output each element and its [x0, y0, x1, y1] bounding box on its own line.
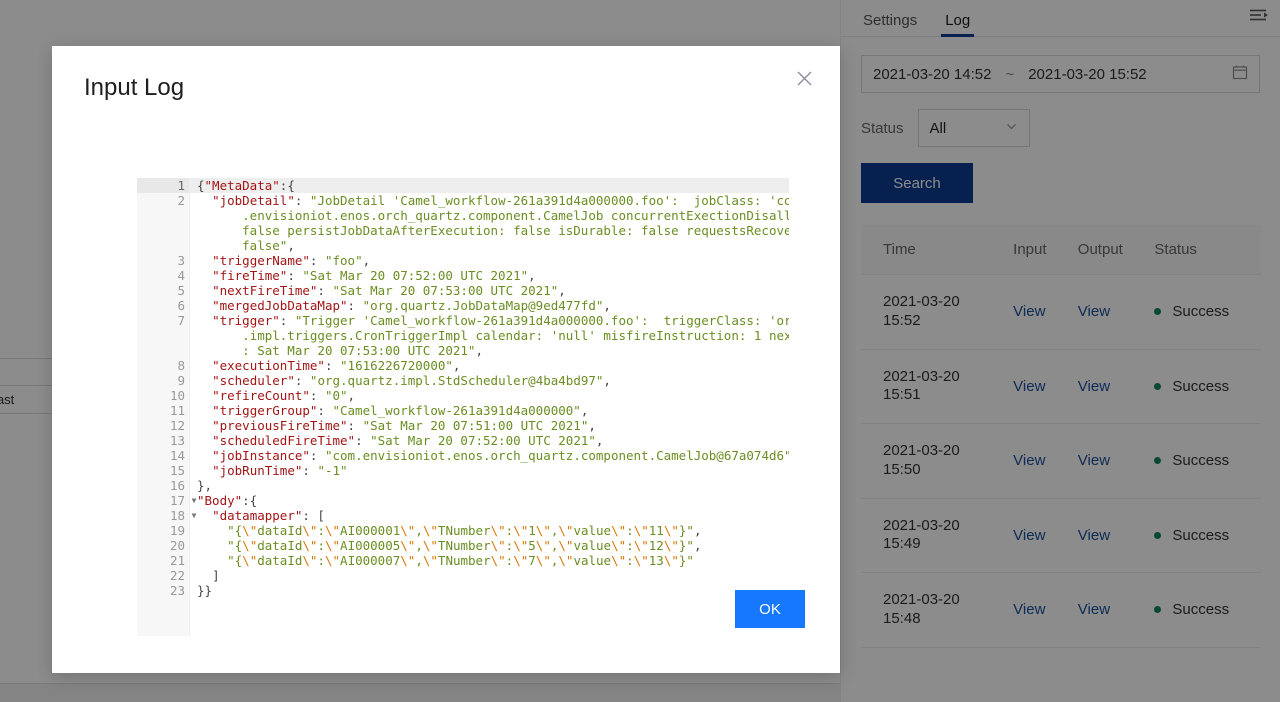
gutter-line: 12 — [169, 418, 185, 433]
code-content[interactable]: {"MetaData":{ "jobDetail": "JobDetail 'C… — [189, 178, 789, 636]
code-gutter: 1▼234567891011121314151617▼18▼1920212223 — [137, 178, 196, 636]
code-line: .impl.triggers.CronTriggerImpl calendar:… — [242, 328, 789, 343]
code-line: }, — [197, 478, 213, 493]
gutter-line: 5 — [177, 283, 185, 298]
gutter-line: 8 — [177, 358, 185, 373]
code-line: "scheduler": "org.quartz.impl.StdSchedul… — [212, 373, 611, 388]
gutter-line: 3 — [177, 253, 185, 268]
code-line: "jobDetail": "JobDetail 'Camel_workflow-… — [212, 193, 789, 208]
gutter-line: 1▼ — [137, 178, 196, 193]
gutter-line: 4 — [177, 268, 185, 283]
code-line: "jobInstance": "com.envisioniot.enos.orc… — [212, 448, 789, 463]
code-line: "refireCount": "0", — [212, 388, 356, 403]
dialog-title: Input Log — [84, 74, 185, 101]
gutter-line: 6 — [177, 298, 185, 313]
gutter-line: 18 ▼ — [137, 508, 196, 523]
gutter-line: 17 ▼ — [137, 493, 196, 508]
gutter-line: 22 — [169, 568, 185, 583]
code-line: "triggerName": "foo", — [212, 253, 371, 268]
gutter-line — [137, 208, 189, 223]
gutter-line — [137, 343, 189, 358]
gutter-line: 7 — [177, 313, 185, 328]
code-line: "mergedJobDataMap": "org.quartz.JobDataM… — [212, 298, 611, 313]
code-line: false", — [242, 238, 295, 253]
ok-button[interactable]: OK — [735, 590, 805, 628]
input-log-dialog: Input Log 1▼234567891011121314151617▼18▼… — [52, 46, 840, 673]
gutter-line: 2 — [177, 193, 185, 208]
code-line: {"MetaData":{ — [189, 178, 789, 193]
code-line: "Body":{ — [197, 493, 258, 508]
gutter-line: 19 — [169, 523, 185, 538]
gutter-line: 23 — [169, 583, 185, 598]
code-line: "jobRunTime": "-1" — [212, 463, 348, 478]
gutter-line: 20 — [169, 538, 185, 553]
gutter-line: 21 — [169, 553, 185, 568]
code-line: "{\"dataId\":\"AI000005\",\"TNumber\":\"… — [227, 538, 702, 553]
gutter-line — [137, 238, 189, 253]
code-line: "executionTime": "1616226720000", — [212, 358, 461, 373]
gutter-line: 13 — [169, 433, 185, 448]
code-line: "{\"dataId\":\"AI000007\",\"TNumber\":\"… — [227, 553, 694, 568]
json-code-viewer[interactable]: 1▼234567891011121314151617▼18▼1920212223… — [136, 178, 789, 636]
close-icon[interactable] — [786, 60, 822, 96]
gutter-line: 16 — [169, 478, 185, 493]
gutter-line: 10 — [169, 388, 185, 403]
code-line: : Sat Mar 20 07:53:00 UTC 2021", — [242, 343, 483, 358]
code-line: "nextFireTime": "Sat Mar 20 07:53:00 UTC… — [212, 283, 566, 298]
code-line: "datamapper": [ — [212, 508, 325, 523]
code-line: "trigger": "Trigger 'Camel_workflow-261a… — [212, 313, 789, 328]
gutter-line — [137, 223, 189, 238]
code-line: "triggerGroup": "Camel_workflow-261a391d… — [212, 403, 589, 418]
gutter-line: 11 — [169, 403, 185, 418]
gutter-line: 15 — [169, 463, 185, 478]
code-line: ] — [212, 568, 220, 583]
gutter-line: 9 — [177, 373, 185, 388]
code-line: false persistJobDataAfterExecution: fals… — [242, 223, 789, 238]
code-line: "fireTime": "Sat Mar 20 07:52:00 UTC 202… — [212, 268, 536, 283]
code-line: "previousFireTime": "Sat Mar 20 07:51:00… — [212, 418, 596, 433]
code-line: "{\"dataId\":\"AI000001\",\"TNumber\":\"… — [227, 523, 702, 538]
code-line: }} — [197, 583, 213, 598]
code-line: .envisioniot.enos.orch_quartz.component.… — [242, 208, 789, 223]
gutter-line: 14 — [169, 448, 185, 463]
code-line: "scheduledFireTime": "Sat Mar 20 07:52:0… — [212, 433, 604, 448]
gutter-line — [137, 328, 189, 343]
